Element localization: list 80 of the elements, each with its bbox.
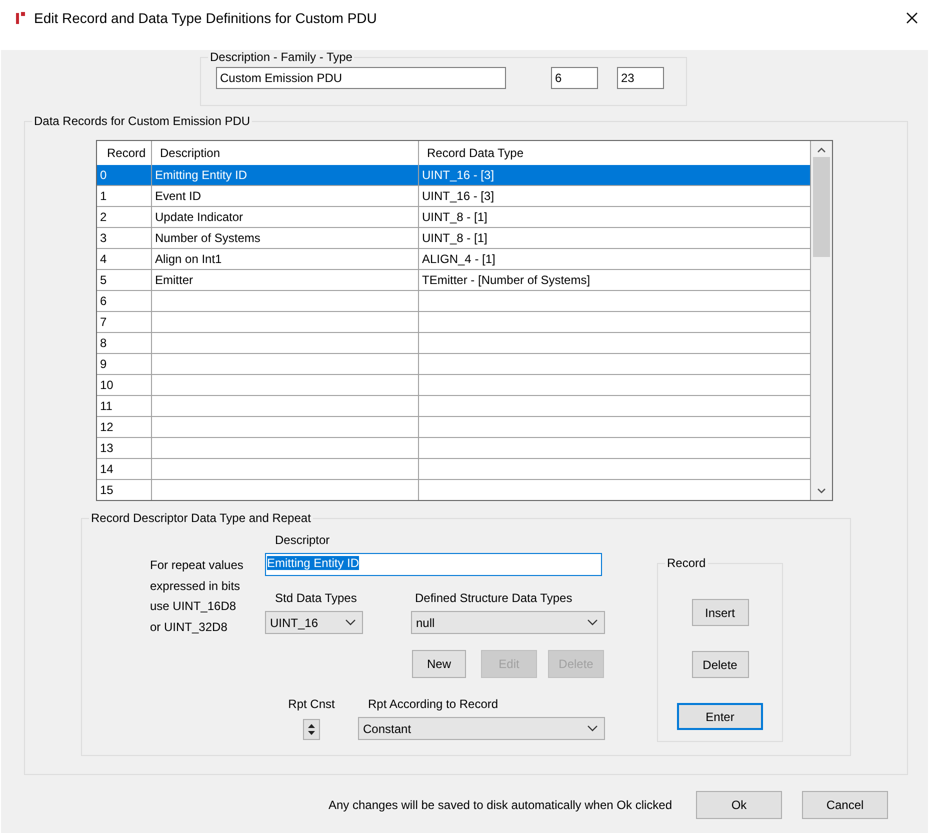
table-cell: 11 — [97, 396, 152, 417]
group-title: Description - Family - Type — [209, 50, 354, 64]
table-cell: 6 — [97, 291, 152, 312]
enter-button[interactable]: Enter — [677, 703, 763, 730]
table-row[interactable]: 1 Event ID UINT_16 - [3] — [97, 186, 810, 207]
table-row[interactable]: 9 — [97, 354, 810, 375]
spin-button[interactable] — [303, 719, 320, 740]
table-row[interactable]: 4 Align on Int1 ALIGN_4 - [1] — [97, 249, 810, 270]
table-cell: UINT_8 - [1] — [419, 207, 810, 228]
delete-button[interactable]: Delete — [692, 651, 748, 678]
insert-button[interactable]: Insert — [692, 599, 748, 626]
table-row[interactable]: 6 — [97, 291, 810, 312]
rpt-according-label: Rpt According to Record — [368, 697, 500, 711]
chevron-down-icon — [587, 725, 598, 732]
ok-button[interactable]: Ok — [696, 791, 782, 819]
app-icon — [16, 12, 26, 24]
group-title: Data Records for Custom Emission PDU — [33, 114, 252, 128]
table-row[interactable]: 13 — [97, 438, 810, 459]
table-cell: 10 — [97, 375, 152, 396]
table-cell: 9 — [97, 354, 152, 375]
table-cell: 14 — [97, 459, 152, 480]
table-cell: UINT_16 - [3] — [419, 165, 810, 186]
table-cell: TEmitter - [Number of Systems] — [419, 270, 810, 291]
table-cell: 7 — [97, 312, 152, 333]
table-cell: UINT_8 - [1] — [419, 228, 810, 249]
table-cell: UINT_16 - [3] — [419, 186, 810, 207]
table-cell: 13 — [97, 438, 152, 459]
scroll-down-icon[interactable] — [817, 488, 826, 494]
table-cell: 0 — [97, 165, 152, 186]
rpt-cnst-label: Rpt Cnst — [288, 697, 335, 711]
table-row[interactable]: 11 — [97, 396, 810, 417]
table-row[interactable]: 7 — [97, 312, 810, 333]
table-cell: 8 — [97, 333, 152, 354]
window-title: Edit Record and Data Type Definitions for Custom PDU — [34, 10, 378, 26]
table-row[interactable]: 10 — [97, 375, 810, 396]
type-field[interactable]: 23 — [617, 67, 664, 89]
table-cell: ALIGN_4 - [1] — [419, 249, 810, 270]
table-cell: 3 — [97, 228, 152, 249]
defined-structure-dropdown[interactable]: null — [411, 611, 605, 634]
table-cell: 12 — [97, 417, 152, 438]
table-cell: 5 — [97, 270, 152, 291]
description-field[interactable]: Custom Emission PDU — [216, 67, 506, 89]
table-row[interactable]: 5 Emitter TEmitter - [Number of Systems] — [97, 270, 810, 291]
descriptor-label: Descriptor — [275, 533, 331, 547]
cancel-button[interactable]: Cancel — [802, 791, 888, 819]
chevron-down-icon — [587, 619, 598, 626]
close-icon[interactable] — [906, 12, 918, 24]
spin-up-icon[interactable] — [308, 724, 315, 728]
descriptor-field[interactable]: Emitting Entity ID — [265, 553, 602, 576]
repeat-values-note: For repeat values expressed in bits use UINT_16D8 or UINT_32D8 — [150, 557, 244, 636]
table-cell: 4 — [97, 249, 152, 270]
new-button[interactable]: New — [412, 650, 466, 678]
table-row[interactable]: 12 — [97, 417, 810, 438]
table-row[interactable]: 2 Update Indicator UINT_8 - [1] — [97, 207, 810, 228]
table-row[interactable]: 8 — [97, 333, 810, 354]
std-data-types-dropdown[interactable]: UINT_16 — [265, 611, 363, 634]
table-cell: Align on Int1 — [152, 249, 419, 270]
save-notice: Any changes will be saved to disk automatically when Ok clicked — [328, 798, 672, 812]
table-row[interactable]: 0 Emitting Entity ID UINT_16 - [3] — [97, 165, 810, 186]
table-row[interactable]: 14 — [97, 459, 810, 480]
group-title: Record — [666, 556, 707, 570]
chevron-down-icon — [345, 619, 356, 626]
table-cell: 2 — [97, 207, 152, 228]
scroll-up-icon[interactable] — [817, 147, 826, 153]
table-cell: 15 — [97, 480, 152, 500]
table-cell: Event ID — [152, 186, 419, 207]
scroll-thumb[interactable] — [813, 157, 830, 257]
group-title: Record Descriptor Data Type and Repeat — [90, 511, 312, 525]
defined-structure-label: Defined Structure Data Types — [415, 591, 574, 605]
table-cell: Emitting Entity ID — [152, 165, 419, 186]
table-cell: Number of Systems — [152, 228, 419, 249]
table-row[interactable]: 3 Number of Systems UINT_8 - [1] — [97, 228, 810, 249]
std-data-types-label: Std Data Types — [275, 591, 358, 605]
scrollbar[interactable] — [811, 141, 832, 500]
table-cell: Emitter — [152, 270, 419, 291]
table-cell: 1 — [97, 186, 152, 207]
spin-down-icon[interactable] — [308, 731, 315, 735]
family-field[interactable]: 6 — [551, 67, 598, 89]
table-cell: Update Indicator — [152, 207, 419, 228]
rpt-according-dropdown[interactable]: Constant — [358, 717, 605, 740]
